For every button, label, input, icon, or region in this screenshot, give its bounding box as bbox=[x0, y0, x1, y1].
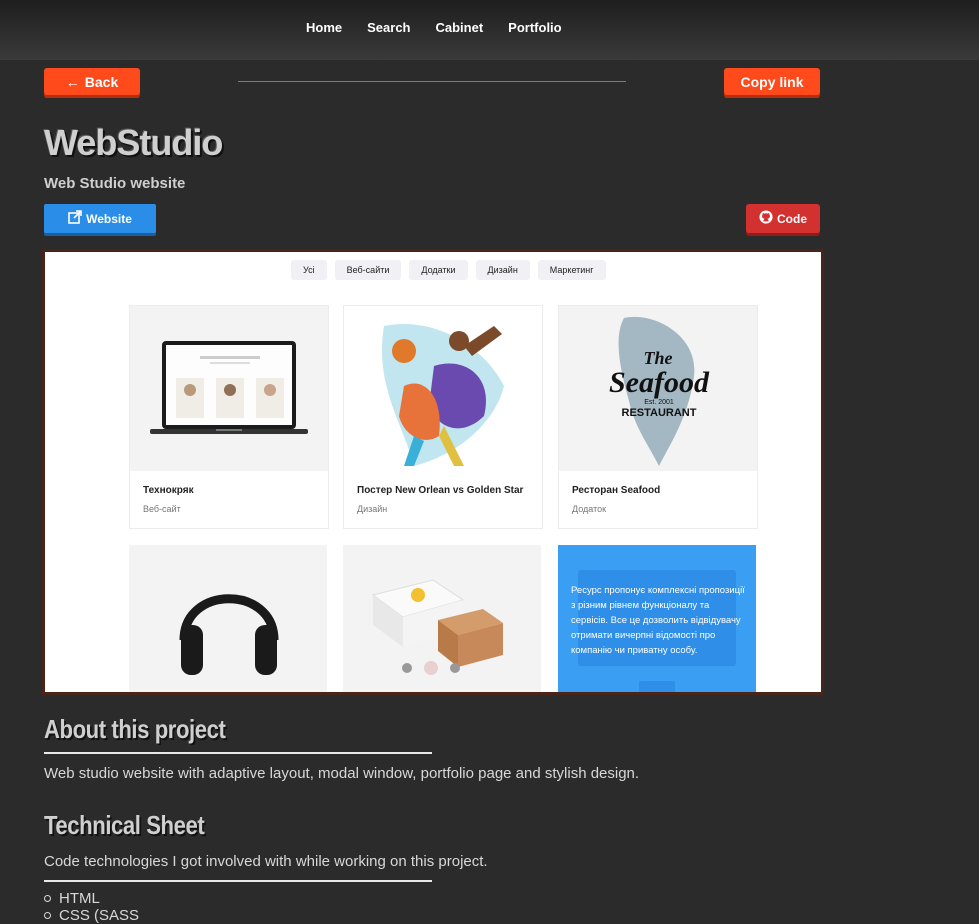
website-button-label: Website bbox=[86, 211, 132, 226]
headphones-image bbox=[129, 545, 327, 692]
laptop-image bbox=[130, 306, 328, 471]
filter-marketing: Маркетинг bbox=[537, 260, 606, 280]
seafood-est: Est. 2001 bbox=[644, 399, 674, 406]
overlay-button bbox=[639, 681, 675, 692]
portfolio-card bbox=[343, 545, 541, 692]
filter-all: Усі bbox=[291, 260, 327, 280]
portfolio-card: Ресурс пропонує комплексні пропозиції з … bbox=[558, 545, 756, 692]
carousel-dot[interactable] bbox=[424, 661, 438, 675]
filter-apps: Додатки bbox=[409, 260, 468, 280]
tech-text: Code technologies I got involved with wh… bbox=[44, 853, 488, 870]
overlay-text: Ресурс пропонує комплексні пропозиції з … bbox=[571, 585, 745, 656]
portfolio-card bbox=[129, 545, 327, 692]
preview-filters: Усі Веб-сайти Додатки Дизайн Маркетинг bbox=[291, 260, 606, 280]
tech-heading: Technical Sheet bbox=[44, 810, 205, 840]
nav-cabinet[interactable]: Cabinet bbox=[436, 20, 484, 35]
github-icon bbox=[759, 210, 773, 227]
card-title: Технокряк bbox=[143, 485, 194, 496]
portfolio-card: Постер New Orlean vs Golden Star Дизайн bbox=[343, 305, 543, 529]
carousel-dot[interactable] bbox=[450, 663, 460, 673]
seafood-logo-image: The Seafood Est. 2001 RESTAURANT bbox=[559, 306, 757, 471]
tech-item: HTML bbox=[44, 890, 139, 907]
project-preview: Усі Веб-сайти Додатки Дизайн Маркетинг Т… bbox=[42, 249, 824, 695]
code-button[interactable]: Code bbox=[746, 204, 820, 233]
tech-item: CSS (SASS bbox=[44, 907, 139, 924]
top-navbar: Home Search Cabinet Portfolio bbox=[0, 0, 979, 60]
nav-menu: Home Search Cabinet Portfolio bbox=[306, 20, 587, 35]
tech-list: HTML CSS (SASS bbox=[44, 890, 139, 924]
back-button-label: Back bbox=[84, 73, 119, 90]
seafood-name: Seafood bbox=[609, 366, 710, 399]
external-link-icon bbox=[68, 210, 82, 227]
about-divider bbox=[44, 752, 432, 754]
filter-design: Дизайн bbox=[475, 260, 530, 280]
nav-portfolio[interactable]: Portfolio bbox=[508, 20, 561, 35]
arrow-left-icon: ← bbox=[65, 73, 80, 90]
card-title: Ресторан Seafood bbox=[572, 485, 661, 496]
about-text: Web studio website with adaptive layout,… bbox=[44, 765, 640, 782]
project-title: WebStudio bbox=[44, 122, 223, 163]
poster-image bbox=[344, 306, 542, 471]
copy-link-button[interactable]: Copy link bbox=[724, 68, 820, 95]
back-button[interactable]: ← Back bbox=[44, 68, 140, 95]
code-button-label: Code bbox=[777, 211, 807, 226]
portfolio-card: Технокряк Веб-сайт bbox=[129, 305, 329, 529]
card-category: Дизайн bbox=[357, 504, 388, 514]
copy-link-label: Copy link bbox=[740, 73, 804, 90]
card-category: Додаток bbox=[572, 504, 607, 514]
header-divider bbox=[238, 81, 626, 82]
about-heading: About this project bbox=[44, 714, 226, 744]
card-category: Веб-сайт bbox=[143, 504, 181, 514]
carousel-dot[interactable] bbox=[402, 663, 412, 673]
website-button[interactable]: Website bbox=[44, 204, 156, 233]
seafood-restaurant: RESTAURANT bbox=[622, 407, 697, 419]
project-subtitle: Web Studio website bbox=[44, 175, 186, 192]
card-title: Постер New Orlean vs Golden Star bbox=[357, 485, 524, 496]
portfolio-card: The Seafood Est. 2001 RESTAURANT Рестора… bbox=[558, 305, 758, 529]
packaging-image bbox=[343, 545, 541, 692]
nav-home[interactable]: Home bbox=[306, 20, 342, 35]
filter-websites: Веб-сайти bbox=[334, 260, 402, 280]
nav-search[interactable]: Search bbox=[367, 20, 410, 35]
tech-divider bbox=[44, 880, 432, 882]
seafood-the: The bbox=[644, 348, 673, 368]
